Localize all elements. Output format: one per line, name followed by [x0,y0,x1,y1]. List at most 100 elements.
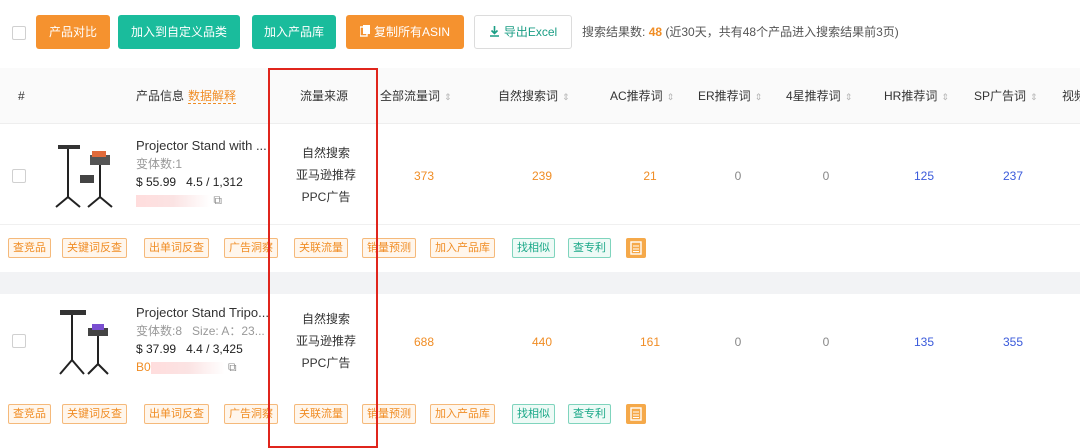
keyword-reverse-button[interactable]: 关键词反查 [62,404,127,424]
col-index: # [18,89,25,103]
download-icon [489,17,500,49]
keyword-reverse-button[interactable]: 关键词反查 [62,238,127,258]
rating: 4.4 / 3,425 [186,342,243,356]
row-separator [0,272,1080,294]
variant-count: 变体数:1 [136,157,183,171]
find-competitors-button[interactable]: 查竞品 [8,404,51,424]
table-row: Projector Stand Tripo... 变体数:8 Size: A：2… [0,294,1080,394]
order-keyword-button[interactable]: 出单词反查 [144,404,209,424]
variant-info: 变体数:8 Size: A：23... [136,322,286,340]
price-rating: $ 55.99 4.5 / 1,312 [136,173,286,191]
hr-value[interactable]: 125 [894,169,954,183]
search-result-note: (近30天，共有48个产品进入搜索结果前3页) [665,25,899,39]
add-library-tag[interactable]: 加入产品库 [430,238,495,258]
export-label: 导出Excel [503,25,558,39]
col-video: 视频 [1062,89,1080,103]
external-link-icon[interactable]: ⧉ [228,360,237,374]
col-all-label: 全部流量词 [380,89,441,103]
product-info: Projector Stand with ... 变体数:1 $ 55.99 4… [136,137,286,209]
col-er[interactable]: ER推荐词 ⇕ [698,68,762,125]
copy-icon [359,16,370,50]
col-er-label: ER推荐词 [698,89,751,103]
calculator-icon[interactable] [626,404,646,424]
col-sp-label: SP广告词 [974,89,1027,103]
organic-value[interactable]: 239 [512,169,572,183]
toolbar: 产品对比 加入到自定义品类 加入产品库 复制所有ASIN 导出Excel 搜索结… [0,0,1080,68]
variant-count: 变体数:8 [136,324,183,338]
add-category-button[interactable]: 加入到自定义品类 [118,15,240,49]
copy-asin-button[interactable]: 复制所有ASIN [346,15,464,49]
col-hr-label: HR推荐词 [884,89,938,103]
all-keywords-value[interactable]: 688 [394,335,454,349]
table-header: # 产品信息 数据解释 流量来源 全部流量词 ⇕ 自然搜索词 ⇕ AC推荐词 ⇕ ER推… [0,68,1080,124]
row-actions: 查竞品 关键词反查 出单词反查 广告洞察 关联流量 销量预测 加入产品库 找相似… [0,226,1080,272]
data-explain-link[interactable]: 数据解释 [188,89,237,104]
table-row: Projector Stand with ... 变体数:1 $ 55.99 4… [0,125,1080,225]
row-checkbox[interactable] [12,334,26,348]
find-competitors-button[interactable]: 查竞品 [8,238,51,258]
add-library-tag[interactable]: 加入产品库 [430,404,495,424]
ac-value[interactable]: 21 [620,169,680,183]
find-similar-button[interactable]: 找相似 [512,238,555,258]
asin[interactable]: B0 ⧉ [136,358,286,376]
col-organic-label: 自然搜索词 [498,89,559,103]
export-excel-button[interactable]: 导出Excel [474,15,572,49]
add-library-button[interactable]: 加入产品库 [252,15,336,49]
external-link-icon[interactable]: ⧉ [213,193,222,207]
compare-button[interactable]: 产品对比 [36,15,110,49]
copy-asin-label: 复制所有ASIN [373,25,450,39]
check-patent-button[interactable]: 查专利 [568,404,611,424]
sort-icon[interactable]: ⇕ [1030,92,1038,102]
all-keywords-value[interactable]: 373 [394,169,454,183]
sort-icon[interactable]: ⇕ [562,92,570,102]
check-patent-button[interactable]: 查专利 [568,238,611,258]
col-4star-label: 4星推荐词 [786,89,841,103]
hr-value[interactable]: 135 [894,335,954,349]
find-similar-button[interactable]: 找相似 [512,404,555,424]
product-title[interactable]: Projector Stand Tripo... [136,304,284,322]
product-title[interactable]: Projector Stand with ... [136,137,284,155]
product-image[interactable] [50,139,120,209]
search-result-count: 48 [648,25,663,39]
col-ac[interactable]: AC推荐词 ⇕ [610,68,674,125]
sp-value[interactable]: 237 [983,169,1043,183]
calculator-icon[interactable] [626,238,646,258]
4star-value: 0 [822,169,830,183]
col-hr[interactable]: HR推荐词 ⇕ [884,68,949,125]
er-value: 0 [734,169,742,183]
sp-value[interactable]: 355 [983,335,1043,349]
row-checkbox[interactable] [12,169,26,183]
asin-redacted [150,361,225,374]
col-product: 产品信息 数据解释 [136,68,237,124]
select-all-checkbox[interactable] [12,26,26,40]
product-image[interactable] [50,306,120,376]
col-organic[interactable]: 自然搜索词 ⇕ [498,68,570,125]
col-4star[interactable]: 4星推荐词 ⇕ [786,68,852,125]
sort-icon[interactable]: ⇕ [444,92,452,102]
sort-icon[interactable]: ⇕ [941,92,949,102]
col-sp[interactable]: SP广告词 ⇕ [974,68,1038,125]
col-all-keywords[interactable]: 全部流量词 ⇕ [380,68,452,125]
er-value: 0 [734,335,742,349]
col-ac-label: AC推荐词 [610,89,663,103]
search-result-info: 搜索结果数: 48 (近30天，共有48个产品进入搜索结果前3页) [582,15,899,49]
product-info: Projector Stand Tripo... 变体数:8 Size: A：2… [136,304,286,376]
sort-icon[interactable]: ⇕ [755,92,763,102]
4star-value: 0 [822,335,830,349]
sort-icon[interactable]: ⇕ [845,92,853,102]
asin-prefix: B0 [136,360,151,374]
order-keyword-button[interactable]: 出单词反查 [144,238,209,258]
sort-icon[interactable]: ⇕ [667,92,675,102]
variant-size: Size: A：23... [192,324,265,338]
col-product-label: 产品信息 [136,89,185,103]
search-result-label: 搜索结果数: [582,25,646,39]
row-actions: 查竞品 关键词反查 出单词反查 广告洞察 关联流量 销量预测 加入产品库 找相似… [0,392,1080,438]
price-rating: $ 37.99 4.4 / 3,425 [136,340,286,358]
price: $ 37.99 [136,342,177,356]
asin[interactable]: ⧉ [136,191,286,209]
highlight-box [268,68,378,448]
organic-value[interactable]: 440 [512,335,572,349]
asin-redacted [136,194,210,207]
ac-value[interactable]: 161 [620,335,680,349]
price: $ 55.99 [136,175,177,189]
